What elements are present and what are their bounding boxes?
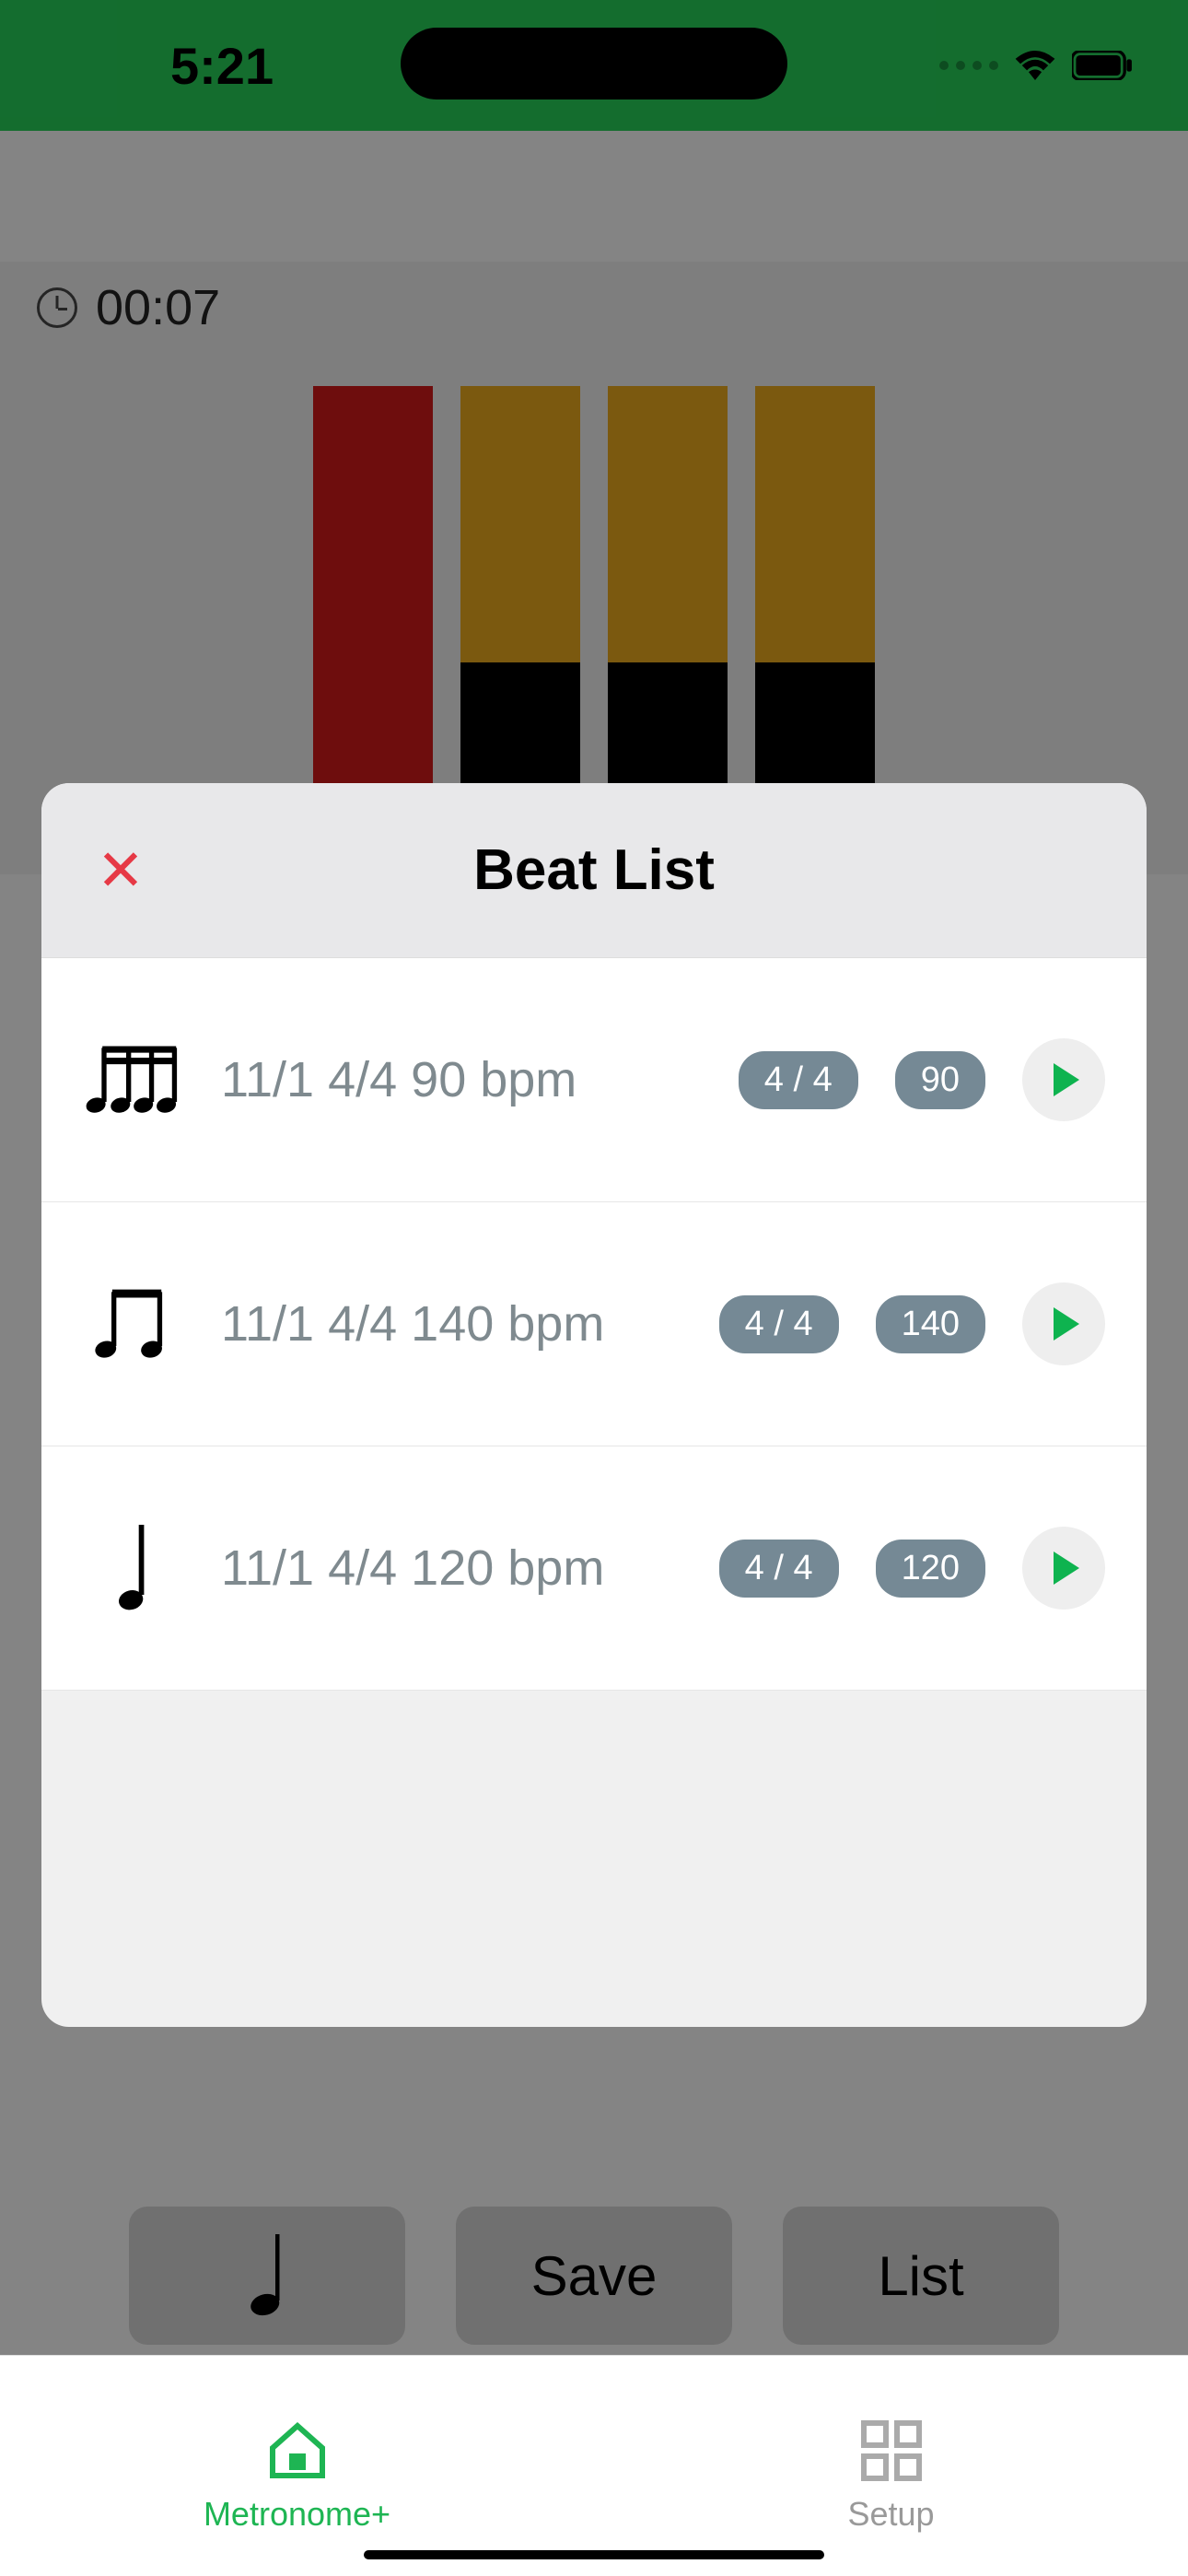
beat-item-label: 11/1 4/4 120 bpm bbox=[221, 1540, 682, 1597]
signature-pill: 4 / 4 bbox=[719, 1295, 839, 1353]
beat-list-item[interactable]: 11/1 4/4 90 bpm 4 / 4 90 bbox=[41, 958, 1147, 1202]
play-button[interactable] bbox=[1022, 1527, 1105, 1610]
close-icon[interactable]: ✕ bbox=[97, 837, 145, 904]
beat-item-label: 11/1 4/4 90 bpm bbox=[221, 1051, 702, 1108]
beat-list-modal: ✕ Beat List 11/1 4/4 90 bpm 4 / 4 90 11/… bbox=[41, 783, 1147, 2027]
grid-icon bbox=[858, 2418, 925, 2484]
beat-list-item[interactable]: 11/1 4/4 140 bpm 4 / 4 140 bbox=[41, 1202, 1147, 1446]
beat-item-label: 11/1 4/4 140 bpm bbox=[221, 1295, 682, 1352]
modal-header: ✕ Beat List bbox=[41, 783, 1147, 958]
modal-footer bbox=[41, 1691, 1147, 1967]
bpm-pill: 120 bbox=[876, 1540, 985, 1598]
signature-pill: 4 / 4 bbox=[719, 1540, 839, 1598]
play-button[interactable] bbox=[1022, 1038, 1105, 1121]
play-icon bbox=[1054, 1307, 1079, 1341]
tab-bar: Metronome+ Setup bbox=[0, 2355, 1188, 2576]
sixteenth-notes-icon bbox=[83, 1038, 184, 1121]
eighth-notes-icon bbox=[83, 1282, 184, 1365]
modal-title: Beat List bbox=[473, 837, 715, 903]
tab-metronome[interactable]: Metronome+ bbox=[0, 2356, 594, 2576]
home-indicator[interactable] bbox=[364, 2550, 824, 2559]
play-icon bbox=[1054, 1063, 1079, 1096]
home-icon bbox=[264, 2418, 331, 2484]
tab-label: Metronome+ bbox=[204, 2495, 390, 2534]
beat-list-item[interactable]: 11/1 4/4 120 bpm 4 / 4 120 bbox=[41, 1446, 1147, 1691]
play-icon bbox=[1054, 1551, 1079, 1585]
signature-pill: 4 / 4 bbox=[739, 1051, 858, 1109]
play-button[interactable] bbox=[1022, 1282, 1105, 1365]
bpm-pill: 90 bbox=[895, 1051, 985, 1109]
tab-setup[interactable]: Setup bbox=[594, 2356, 1188, 2576]
bpm-pill: 140 bbox=[876, 1295, 985, 1353]
tab-label: Setup bbox=[847, 2495, 934, 2534]
quarter-note-icon bbox=[83, 1527, 184, 1610]
